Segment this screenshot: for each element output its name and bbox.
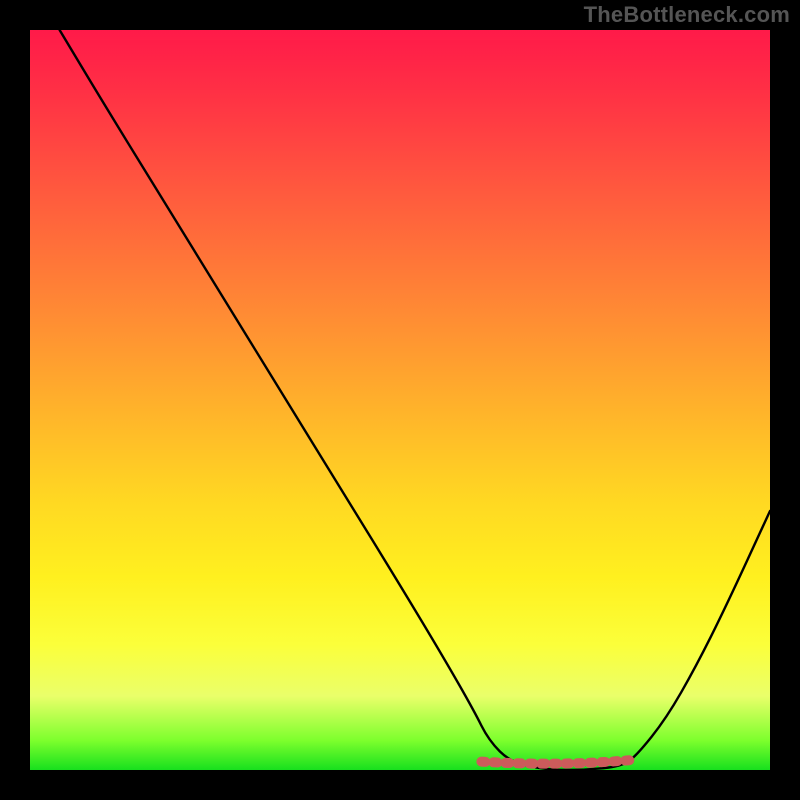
bottleneck-curve — [60, 30, 770, 770]
plot-area — [30, 30, 770, 770]
watermark-text: TheBottleneck.com — [584, 2, 790, 28]
chart-frame: TheBottleneck.com — [0, 0, 800, 800]
flat-minimum-highlight — [481, 760, 636, 764]
chart-svg — [30, 30, 770, 770]
